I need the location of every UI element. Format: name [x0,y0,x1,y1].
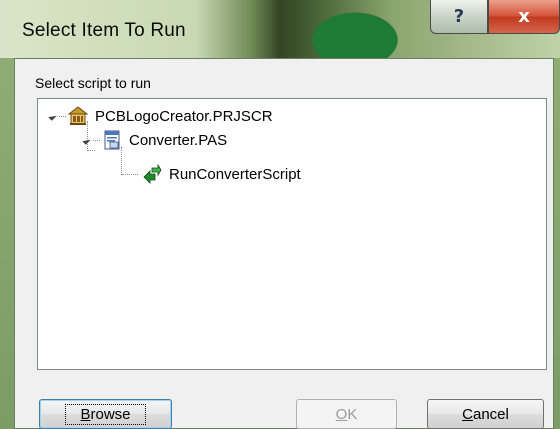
button-label: K [347,405,358,423]
ok-button[interactable]: OK [296,399,397,429]
project-icon [67,106,89,126]
title-bar[interactable]: Select Item To Run ? x [0,0,560,58]
tree-node-label: PCBLogoCreator.PRJSCR [95,107,273,125]
tree-connector [122,174,138,175]
prompt-label: Select script to run [35,75,151,91]
tree-node-procedure[interactable]: RunConverterScript [142,163,301,185]
mnemonic-letter: B [80,405,91,423]
script-file-icon [102,130,122,150]
focus-indicator: Browse [65,403,146,425]
help-button[interactable]: ? [430,0,488,34]
tree-connector [121,147,122,175]
expand-arrow-icon[interactable] [48,111,57,121]
tree-connector [93,139,100,141]
cancel-button[interactable]: Cancel [427,399,544,429]
mnemonic-letter: C [462,405,473,423]
button-label: rowse [90,405,131,423]
help-icon: ? [453,6,465,27]
button-label-wrap: Cancel [462,406,509,423]
dialog-body: Select script to run PCBLogoCreator.PRJS… [14,58,554,429]
close-icon: x [518,6,530,27]
mnemonic-letter: O [335,405,348,423]
close-button[interactable]: x [488,0,560,34]
expand-arrow-icon[interactable] [82,135,91,145]
browse-button[interactable]: Browse [39,399,172,429]
button-label: ancel [472,405,509,423]
tree-node-label: RunConverterScript [169,165,301,183]
run-procedure-icon [142,163,162,184]
script-tree[interactable]: PCBLogoCreator.PRJSCR Converter.PAS RunC… [37,98,547,370]
tree-connector [59,115,66,117]
tree-node-unit[interactable]: Converter.PAS [82,129,228,151]
tree-node-label: Converter.PAS [129,131,228,149]
button-label-wrap: OK [336,406,358,423]
tree-node-project[interactable]: PCBLogoCreator.PRJSCR [48,105,273,127]
window-title: Select Item To Run [22,20,186,41]
dialog-window: Select Item To Run ? x Select script to … [0,0,560,429]
